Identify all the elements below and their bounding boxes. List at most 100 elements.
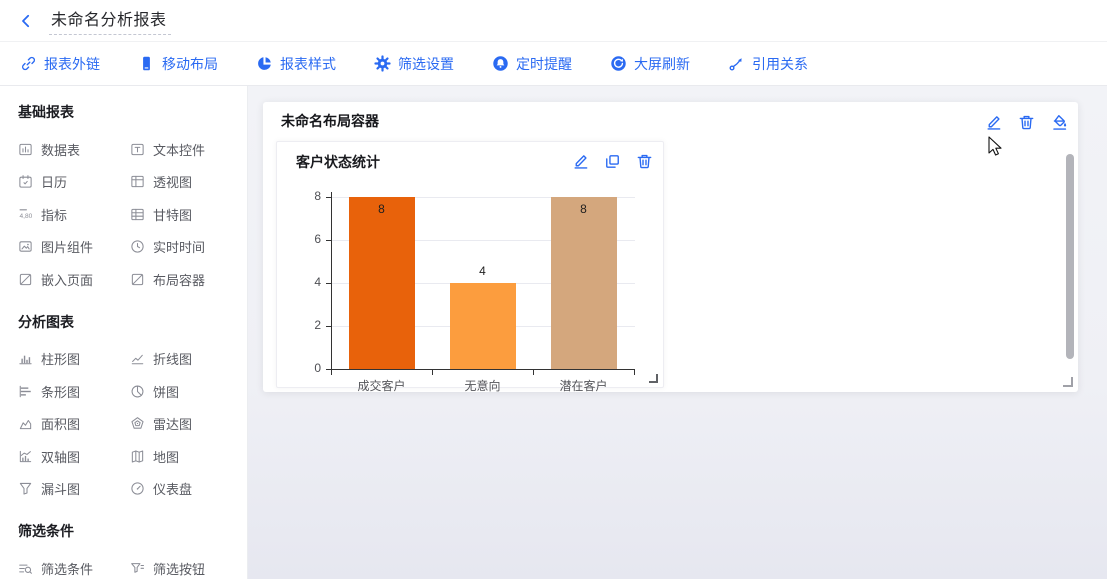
x-axis-tick xyxy=(634,370,635,375)
calendar-icon xyxy=(18,174,33,189)
sidebar-item-bar-chart[interactable]: 条形图 xyxy=(18,375,130,408)
sidebar-item-label: 甘特图 xyxy=(153,205,192,224)
sidebar-item-label: 实时时间 xyxy=(153,237,205,256)
fill-icon xyxy=(1051,114,1068,131)
sidebar-item-label: 图片组件 xyxy=(41,237,93,256)
sidebar-item-calendar[interactable]: 日历 xyxy=(18,166,130,199)
gauge-chart-icon xyxy=(130,481,145,496)
sidebar-section-title: 基础报表 xyxy=(18,102,237,122)
sidebar-item-gauge-chart[interactable]: 仪表盘 xyxy=(130,473,237,506)
indicator-icon: 4,80 xyxy=(18,207,33,222)
sidebar-section-title: 筛选条件 xyxy=(18,521,237,541)
line-chart-icon xyxy=(130,351,145,366)
sidebar-item-label: 透视图 xyxy=(153,172,192,191)
sidebar-item-label: 面积图 xyxy=(41,414,80,433)
bar-3 xyxy=(551,197,617,369)
y-axis-tick-label: 2 xyxy=(299,318,321,332)
toolbar-item-timer-reminder[interactable]: 定时提醒 xyxy=(492,54,572,74)
sidebar-item-pivot-table[interactable]: 透视图 xyxy=(130,166,237,199)
edit-icon xyxy=(985,114,1002,131)
screen-refresh-icon xyxy=(610,55,627,72)
sidebar-item-label: 指标 xyxy=(41,205,67,224)
sidebar-item-column-chart[interactable]: 柱形图 xyxy=(18,343,130,376)
x-axis-tick xyxy=(331,370,332,375)
container-edit-button[interactable] xyxy=(985,114,1002,131)
chart-copy-button[interactable] xyxy=(604,153,621,170)
x-axis-tick xyxy=(533,370,534,375)
toolbar-item-mobile-layout[interactable]: 移动布局 xyxy=(138,54,218,74)
toolbar-item-external-link[interactable]: 报表外链 xyxy=(20,54,100,74)
pivot-table-icon xyxy=(130,174,145,189)
chart-trash-button[interactable] xyxy=(636,153,653,170)
toolbar-item-label: 筛选设置 xyxy=(398,54,454,74)
sidebar-item-label: 地图 xyxy=(153,447,179,466)
sidebar-item-dual-axis-chart[interactable]: 双轴图 xyxy=(18,440,130,473)
report-canvas: 未命名布局容器 客户状态统计 024688成交客户4无意向8潜在客户 xyxy=(248,86,1107,579)
edit-icon xyxy=(572,153,589,170)
layout-container-widget[interactable]: 未命名布局容器 客户状态统计 024688成交客户4无意向8潜在客户 xyxy=(263,102,1078,392)
layout-container-icon xyxy=(130,272,145,287)
sidebar-item-pie-chart[interactable]: 饼图 xyxy=(130,375,237,408)
sidebar-item-label: 双轴图 xyxy=(41,447,80,466)
sidebar-item-layout-container[interactable]: 布局容器 xyxy=(130,263,237,296)
chevron-left-icon xyxy=(18,13,34,29)
toolbar-item-label: 报表外链 xyxy=(44,54,100,74)
trash-icon xyxy=(636,153,653,170)
toolbar-item-reference-relation[interactable]: 引用关系 xyxy=(728,54,808,74)
sidebar-item-text-widget[interactable]: 文本控件 xyxy=(130,133,237,166)
text-widget-icon xyxy=(130,142,145,157)
sidebar-item-label: 雷达图 xyxy=(153,414,192,433)
sidebar-item-realtime-clock[interactable]: 实时时间 xyxy=(130,231,237,264)
y-axis-line xyxy=(331,192,332,369)
bar-2 xyxy=(450,283,516,369)
chart-widget[interactable]: 客户状态统计 024688成交客户4无意向8潜在客户 xyxy=(276,141,664,388)
sidebar-item-label: 文本控件 xyxy=(153,140,205,159)
chart-edit-button[interactable] xyxy=(572,153,589,170)
x-axis-category-label: 潜在客户 xyxy=(533,377,634,394)
toolbar-item-filter-settings[interactable]: 筛选设置 xyxy=(374,54,454,74)
radar-chart-icon xyxy=(130,416,145,431)
x-axis-tick xyxy=(432,370,433,375)
toolbar-item-label: 报表样式 xyxy=(280,54,336,74)
chart-resize-handle[interactable] xyxy=(649,374,658,383)
back-button[interactable] xyxy=(18,12,36,30)
sidebar-item-label: 折线图 xyxy=(153,349,192,368)
container-trash-button[interactable] xyxy=(1018,114,1035,131)
sidebar-item-line-chart[interactable]: 折线图 xyxy=(130,343,237,376)
sidebar-item-gantt-chart[interactable]: 甘特图 xyxy=(130,198,237,231)
gantt-chart-icon xyxy=(130,207,145,222)
sidebar-item-embed-page[interactable]: 嵌入页面 xyxy=(18,263,130,296)
timer-reminder-icon xyxy=(492,55,509,72)
x-axis-line xyxy=(331,369,635,370)
sidebar-item-label: 日历 xyxy=(41,172,67,191)
data-table-icon xyxy=(18,142,33,157)
toolbar-item-label: 大屏刷新 xyxy=(634,54,690,74)
sidebar-item-filter-button[interactable]: 筛选按钮 xyxy=(130,552,237,579)
y-axis-tick-label: 0 xyxy=(299,361,321,375)
chart-widget-title: 客户状态统计 xyxy=(296,152,380,172)
container-resize-handle[interactable] xyxy=(1063,377,1073,387)
filter-button-icon xyxy=(130,561,145,576)
report-title[interactable]: 未命名分析报表 xyxy=(49,6,171,35)
sidebar-item-filter-condition[interactable]: 筛选条件 xyxy=(18,552,130,579)
sidebar-item-indicator[interactable]: 4,80 指标 xyxy=(18,198,130,231)
container-fill-button[interactable] xyxy=(1051,114,1068,131)
layout-container-title: 未命名布局容器 xyxy=(281,111,379,131)
bar-chart: 024688成交客户4无意向8潜在客户 xyxy=(277,176,663,387)
toolbar-item-screen-refresh[interactable]: 大屏刷新 xyxy=(610,54,690,74)
container-scrollbar[interactable] xyxy=(1066,154,1074,359)
sidebar-item-radar-chart[interactable]: 雷达图 xyxy=(130,408,237,441)
sidebar-item-label: 仪表盘 xyxy=(153,479,192,498)
realtime-clock-icon xyxy=(130,239,145,254)
y-axis-tick-label: 4 xyxy=(299,275,321,289)
toolbar-item-label: 定时提醒 xyxy=(516,54,572,74)
x-axis-category-label: 无意向 xyxy=(432,377,533,394)
sidebar-item-data-table[interactable]: 数据表 xyxy=(18,133,130,166)
sidebar-item-map-chart[interactable]: 地图 xyxy=(130,440,237,473)
sidebar-item-image-widget[interactable]: 图片组件 xyxy=(18,231,130,264)
toolbar: 报表外链 移动布局 报表样式 筛选设置 定时提醒 大屏刷新 引用关系 xyxy=(0,42,1107,86)
sidebar-item-funnel-chart[interactable]: 漏斗图 xyxy=(18,473,130,506)
sidebar-item-area-chart[interactable]: 面积图 xyxy=(18,408,130,441)
toolbar-item-report-style[interactable]: 报表样式 xyxy=(256,54,336,74)
trash-icon xyxy=(1018,114,1035,131)
